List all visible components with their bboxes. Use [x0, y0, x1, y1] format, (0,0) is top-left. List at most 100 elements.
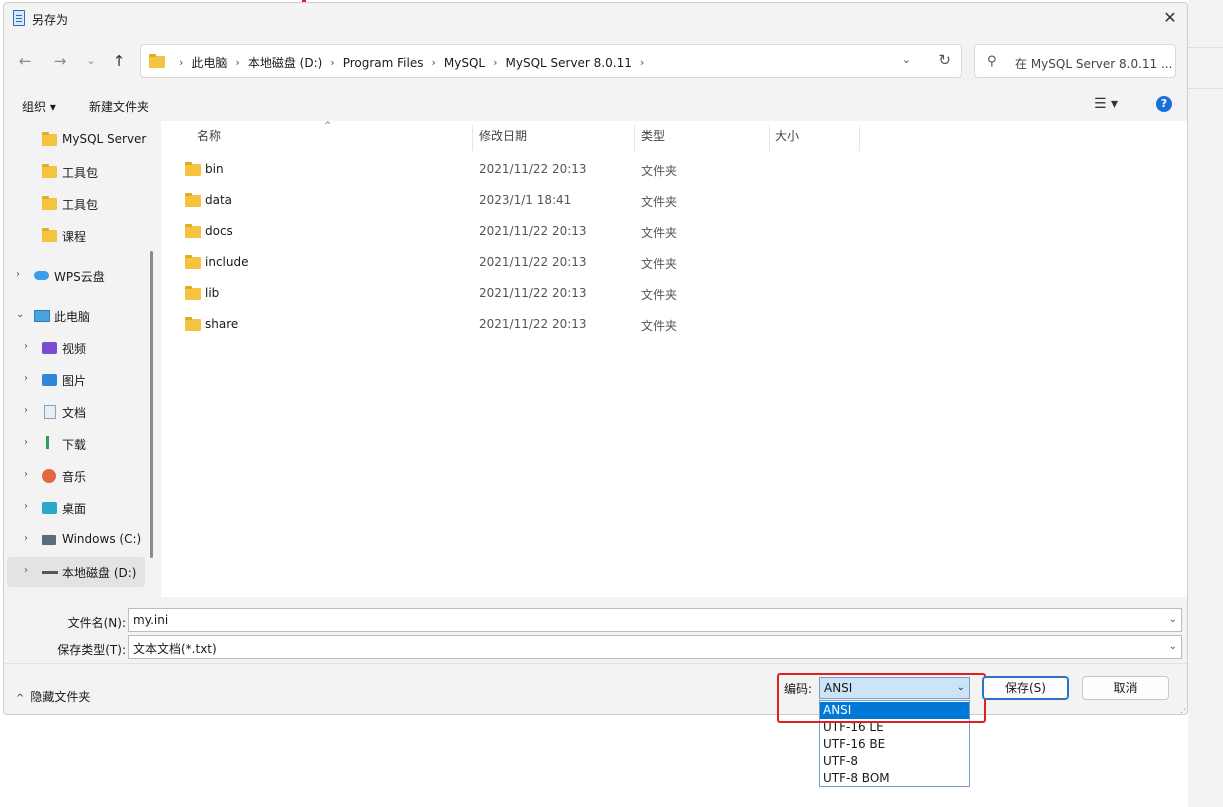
file-name: data	[205, 193, 233, 207]
encoding-option-utf8[interactable]: UTF-8	[820, 753, 969, 770]
encoding-option-utf16be[interactable]: UTF-16 BE	[820, 736, 969, 753]
column-divider[interactable]	[472, 125, 473, 151]
breadcrumb-item-mysql[interactable]: MySQL	[444, 56, 485, 70]
command-bar: 组织 ▾ 新建文件夹 ☰ ▾ ?	[4, 91, 1187, 119]
nav-item-label: 工具包	[62, 166, 99, 180]
refresh-icon[interactable]: ↻	[938, 51, 951, 69]
chevron-right-icon[interactable]: ›	[24, 341, 28, 352]
breadcrumb-separator: ›	[330, 56, 335, 69]
breadcrumb-separator: ›	[235, 56, 240, 69]
file-name: include	[205, 255, 249, 269]
column-header-modified[interactable]: 修改日期	[479, 127, 527, 144]
column-divider[interactable]	[859, 125, 860, 151]
chevron-right-icon[interactable]: ›	[24, 437, 28, 448]
forward-button[interactable]: →	[49, 50, 71, 72]
breadcrumb-item-mysql-server[interactable]: MySQL Server 8.0.11	[506, 56, 632, 70]
view-options-button[interactable]: ☰ ▾	[1094, 96, 1118, 112]
organize-button[interactable]: 组织 ▾	[22, 98, 56, 115]
recent-locations-button[interactable]: ⌄	[80, 50, 102, 72]
video-icon	[42, 342, 57, 354]
save-as-dialog: 另存为 ✕ ← → ⌄ ↑ › 此电脑 › 本地磁盘 (D:) › Progra…	[3, 2, 1188, 715]
chevron-down-icon[interactable]: ⌄	[1169, 614, 1177, 625]
column-header-type[interactable]: 类型	[641, 127, 665, 144]
column-divider[interactable]	[634, 125, 635, 151]
nav-item-label: 图片	[62, 374, 87, 388]
nav-item-courses[interactable]: 课程	[4, 221, 154, 251]
nav-item-windows-c[interactable]: › Windows (C:)	[4, 525, 154, 555]
chevron-right-icon[interactable]: ›	[24, 405, 28, 416]
navigation-pane: MySQL Server 工具包 工具包 课程 › WPS云盘 ⌄ 此电脑 › …	[4, 121, 154, 597]
chevron-right-icon[interactable]: ›	[24, 469, 28, 480]
address-history-dropdown-icon[interactable]: ⌄	[902, 53, 911, 66]
file-modified: 2023/1/1 18:41	[479, 193, 572, 207]
breadcrumb-item-program-files[interactable]: Program Files	[343, 56, 424, 70]
divider	[4, 663, 1187, 664]
cancel-button[interactable]: 取消	[1082, 676, 1169, 700]
search-placeholder: 在 MySQL Server 8.0.11 ...	[1015, 57, 1173, 71]
chevron-right-icon[interactable]: ›	[24, 565, 28, 576]
nav-item-this-pc[interactable]: ⌄ 此电脑	[4, 301, 154, 331]
chevron-right-icon[interactable]: ›	[16, 269, 20, 280]
breadcrumb-item-drive-d[interactable]: 本地磁盘 (D:)	[248, 54, 322, 71]
column-divider[interactable]	[769, 125, 770, 151]
table-row[interactable]: data 2023/1/1 18:41 文件夹	[177, 187, 857, 215]
nav-item-label: 视频	[62, 342, 87, 356]
filetype-select[interactable]: 文本文档(*.txt) ⌄	[128, 635, 1182, 659]
nav-item-label: 文档	[62, 406, 87, 420]
filename-value: my.ini	[133, 613, 169, 627]
breadcrumb-separator[interactable]: ›	[640, 56, 644, 69]
hide-folders-label: 隐藏文件夹	[30, 690, 91, 704]
search-box[interactable]: ⚲ 在 MySQL Server 8.0.11 ...	[974, 44, 1176, 78]
table-row[interactable]: docs 2021/11/22 20:13 文件夹	[177, 218, 857, 246]
back-button[interactable]: ←	[14, 50, 36, 72]
breadcrumb-separator: ›	[431, 56, 436, 69]
nav-item-wps-cloud[interactable]: › WPS云盘	[4, 261, 154, 291]
save-button[interactable]: 保存(S)	[982, 676, 1069, 700]
desktop-icon	[42, 502, 57, 514]
nav-item-pictures[interactable]: › 图片	[4, 365, 154, 395]
folder-icon	[149, 54, 165, 68]
chevron-down-icon[interactable]: ⌄	[1169, 641, 1177, 652]
navigation-scrollbar[interactable]	[150, 251, 153, 558]
up-button[interactable]: ↑	[108, 50, 130, 72]
file-modified: 2021/11/22 20:13	[479, 162, 587, 176]
chevron-right-icon[interactable]: ›	[24, 533, 28, 544]
nav-item-music[interactable]: › 音乐	[4, 461, 154, 491]
folder-icon	[185, 286, 201, 300]
folder-icon	[185, 193, 201, 207]
chevron-down-icon[interactable]: ⌄	[16, 309, 24, 320]
column-header-name[interactable]: 名称	[197, 127, 221, 144]
new-folder-button[interactable]: 新建文件夹	[89, 98, 149, 115]
chevron-right-icon[interactable]: ›	[24, 373, 28, 384]
nav-item-drive-d[interactable]: › 本地磁盘 (D:)	[7, 557, 145, 587]
table-row[interactable]: include 2021/11/22 20:13 文件夹	[177, 249, 857, 277]
breadcrumb-separator: ›	[179, 56, 184, 69]
chevron-up-icon: ^	[16, 693, 25, 704]
breadcrumb: › 此电脑 › 本地磁盘 (D:) › Program Files › MySQ…	[171, 54, 652, 71]
table-row[interactable]: lib 2021/11/22 20:13 文件夹	[177, 280, 857, 308]
help-icon[interactable]: ?	[1156, 96, 1172, 112]
nav-item-label: 此电脑	[54, 310, 91, 324]
breadcrumb-item-this-pc[interactable]: 此电脑	[191, 54, 227, 71]
sort-ascending-icon: ^	[324, 121, 332, 131]
table-row[interactable]: share 2021/11/22 20:13 文件夹	[177, 311, 857, 339]
file-type: 文件夹	[641, 164, 678, 178]
nav-item-documents[interactable]: › 文档	[4, 397, 154, 427]
close-button[interactable]: ✕	[1153, 3, 1187, 35]
nav-item-downloads[interactable]: › 下载	[4, 429, 154, 459]
nav-item-desktop[interactable]: › 桌面	[4, 493, 154, 523]
nav-item-videos[interactable]: › 视频	[4, 333, 154, 363]
table-row[interactable]: bin 2021/11/22 20:13 文件夹	[177, 156, 857, 184]
nav-item-label: 下载	[62, 438, 87, 452]
nav-item-toolkit-2[interactable]: 工具包	[4, 189, 154, 219]
address-bar[interactable]: › 此电脑 › 本地磁盘 (D:) › Program Files › MySQ…	[140, 44, 962, 78]
column-header-size[interactable]: 大小	[775, 127, 799, 144]
chevron-right-icon[interactable]: ›	[24, 501, 28, 512]
nav-item-mysql-server[interactable]: MySQL Server	[4, 125, 154, 155]
hide-folders-button[interactable]: ^ 隐藏文件夹	[16, 688, 90, 705]
nav-item-label: 本地磁盘 (D:)	[62, 566, 137, 580]
filename-input[interactable]: my.ini ⌄	[128, 608, 1182, 632]
encoding-option-utf8-bom[interactable]: UTF-8 BOM	[820, 770, 969, 787]
nav-item-toolkit[interactable]: 工具包	[4, 157, 154, 187]
resize-grip-icon[interactable]: ⋰	[1180, 705, 1187, 714]
